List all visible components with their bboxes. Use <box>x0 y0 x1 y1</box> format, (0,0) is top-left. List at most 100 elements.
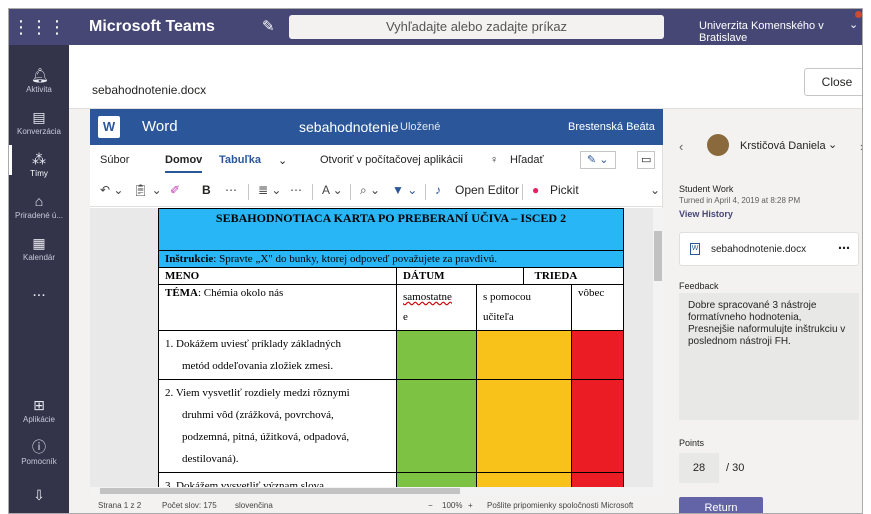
horizontal-scrollbar[interactable] <box>90 487 653 495</box>
compose-icon[interactable]: ✎ <box>262 17 275 35</box>
scroll-thumb[interactable] <box>100 488 460 494</box>
rail-item-help[interactable]: ⓘ Pomocník <box>9 439 69 466</box>
student-work-label: Student Work <box>679 184 734 194</box>
cell-none-red[interactable] <box>571 379 624 473</box>
bold-button[interactable]: B <box>202 183 211 197</box>
file-name: sebahodnotenie.docx <box>92 83 207 97</box>
rail-item-activity[interactable]: 🔔︎ Aktivita <box>9 67 69 94</box>
rail-item-teams[interactable]: ⁂ Tímy <box>9 145 69 178</box>
points-label: Points <box>679 438 705 448</box>
vertical-scrollbar[interactable] <box>653 208 663 495</box>
more-font-icon[interactable]: ⋯ <box>225 183 237 197</box>
paragraph-icon[interactable]: ≣ ⌄ <box>258 183 281 197</box>
scroll-thumb[interactable] <box>654 231 662 281</box>
item-number: 1. <box>165 338 174 350</box>
rail-item-calendar[interactable]: ▦ Kalendár <box>9 235 69 262</box>
more-paragraph-icon[interactable]: ⋯ <box>290 183 302 197</box>
user-name[interactable]: Brestenská Beáta <box>568 121 655 133</box>
word-editor: W Word sebahodnotenie Uložené Brestenská… <box>90 109 663 513</box>
item-text-line: metód oddeľovania zložiek zmesi. <box>182 360 334 372</box>
previous-student-icon[interactable]: ‹ <box>679 139 683 154</box>
points-input[interactable]: 28 <box>679 453 719 483</box>
find-icon[interactable]: ⌕ ⌄ <box>360 183 380 198</box>
instruction-row: Inštrukcie: Spravte „X" do bunky, ktorej… <box>158 250 624 268</box>
cell-help-yellow[interactable] <box>476 379 572 473</box>
rail-item-download[interactable]: ⇩ <box>9 487 69 505</box>
rail-item-label: Aktivita <box>26 85 52 94</box>
col-none: vôbec <box>571 284 624 331</box>
document-canvas[interactable]: SEBAHODNOTIACA KARTA PO PREBERANÍ UČIVA … <box>90 208 663 495</box>
instruction-label: Inštrukcie <box>165 253 214 265</box>
open-desktop-button[interactable]: Otvoriť v počítačovej aplikácii <box>320 154 463 166</box>
chevron-down-icon[interactable]: ⌄ <box>278 154 287 167</box>
assignments-icon: ⌂ <box>34 193 44 209</box>
tab-file[interactable]: Súbor <box>100 154 129 166</box>
undo-icon[interactable]: ↶ ⌄ <box>100 183 123 197</box>
cell-help-yellow[interactable] <box>476 330 572 380</box>
table-row: 1. Dokážem uviesť príklady základných me… <box>158 330 397 380</box>
student-name[interactable]: Krstičová Daniela <box>740 140 826 152</box>
topic-label: TÉMA <box>165 287 198 299</box>
cell-none-red[interactable] <box>571 330 624 380</box>
chevron-down-icon[interactable]: ⌄ <box>650 183 660 197</box>
next-student-icon[interactable]: › <box>860 139 862 154</box>
search-input[interactable]: Vyhľadajte alebo zadajte príkaz <box>289 15 664 39</box>
rail-item-label: Konverzácia <box>16 127 62 136</box>
more-options-icon[interactable]: ⋯ <box>838 241 850 255</box>
item-number: 2. <box>165 387 174 399</box>
col-self: samostatne e <box>396 284 477 331</box>
turned-in-status: Turned in April 4, 2019 at 8:28 PM <box>679 196 801 205</box>
zoom-in-button[interactable]: + <box>468 501 473 510</box>
avatar <box>707 134 729 156</box>
zoom-out-button[interactable]: − <box>428 501 433 510</box>
apps-icon: ⊞ <box>33 397 45 413</box>
rail-item-label: Kalendár <box>22 253 56 262</box>
bell-icon: 🔔︎ <box>31 67 49 83</box>
topic-cell: TÉMA: Chémia okolo nás <box>158 284 397 331</box>
view-history-link[interactable]: View History <box>679 209 733 219</box>
tab-home[interactable]: Domov <box>165 154 203 173</box>
rail-item-label: Pomocník <box>21 457 57 466</box>
return-button[interactable]: Return <box>679 497 763 513</box>
page-count: Strana 1 z 2 <box>98 501 142 510</box>
tab-table[interactable]: Tabuľka <box>219 154 261 166</box>
submitted-file[interactable]: W sebahodnotenie.docx ⋯ <box>679 232 859 266</box>
rail-item-more[interactable]: ... <box>9 283 69 301</box>
calendar-icon: ▦ <box>32 235 46 251</box>
rail-item-apps[interactable]: ⊞ Aplikácie <box>9 397 69 424</box>
tell-me-search[interactable]: Hľadať <box>510 154 544 166</box>
comment-icon[interactable]: ▭ <box>637 151 656 169</box>
dictate-icon[interactable]: ▼ ⌄ <box>392 183 417 197</box>
app-launcher-icon[interactable]: ⋮⋮⋮ <box>9 9 69 45</box>
toolbar-divider <box>350 184 351 200</box>
document-name[interactable]: sebahodnotenie <box>299 119 399 135</box>
col-self-cont: e <box>403 311 408 323</box>
rail-item-assignments[interactable]: ⌂ Priradené ú... <box>9 193 69 220</box>
word-title-bar: W Word sebahodnotenie Uložené Brestenská… <box>90 109 663 145</box>
editing-mode-button[interactable]: ✎ ⌄ <box>580 151 616 169</box>
feedback-link[interactable]: Pošlite pripomienky spoločnosti Microsof… <box>487 501 633 510</box>
open-editor-button[interactable]: Open Editor <box>455 183 519 197</box>
feedback-textarea[interactable]: Dobre spracované 3 nástroje formatívneho… <box>679 293 859 420</box>
paste-icon[interactable]: 📋︎ ⌄ <box>133 183 162 197</box>
download-icon: ⇩ <box>33 487 45 503</box>
format-painter-icon[interactable]: ✐ <box>170 183 180 197</box>
ribbon-tabs: Súbor Domov Tabuľka ⌄ Otvoriť v počítačo… <box>90 145 663 175</box>
chevron-down-icon[interactable]: ⌄ <box>849 18 858 31</box>
language[interactable]: slovenčina <box>235 501 273 510</box>
rail-item-chat[interactable]: ▤ Konverzácia <box>9 109 69 136</box>
cell-self-green[interactable] <box>396 379 477 473</box>
grading-panel: ‹ Krstičová Daniela ⌄ › Student Work Tur… <box>664 109 862 513</box>
chevron-down-icon[interactable]: ⌄ <box>828 138 837 151</box>
styles-icon[interactable]: A ⌄ <box>322 183 343 197</box>
chat-icon: ▤ <box>32 109 46 125</box>
org-name[interactable]: Univerzita Komenského v Bratislave <box>699 20 862 44</box>
status-bar: Strana 1 z 2 Počet slov: 175 slovenčina … <box>90 495 663 513</box>
teams-icon: ⁂ <box>32 151 46 167</box>
item-text-line: Dokážem uviesť príklady základných <box>176 338 342 350</box>
word-logo-icon: W <box>98 116 120 138</box>
close-button[interactable]: Close <box>804 68 862 96</box>
pickit-button[interactable]: Pickit <box>550 183 579 197</box>
feedback-label: Feedback <box>679 281 719 291</box>
cell-self-green[interactable] <box>396 330 477 380</box>
